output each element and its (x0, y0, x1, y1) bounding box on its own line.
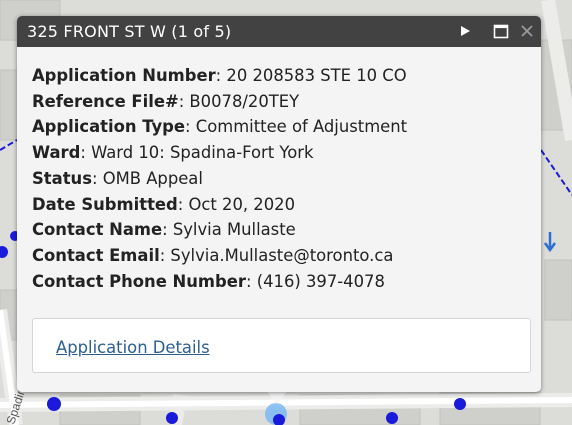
field-label: Contact Phone Number (32, 271, 246, 291)
field-label: Contact Name (32, 220, 163, 240)
map-marker[interactable] (386, 412, 398, 424)
popup-header: 325 FRONT ST W (1 of 5) (17, 16, 541, 47)
close-button[interactable] (515, 16, 539, 47)
field-contact-email: Contact Email: Sylvia.Mullaste@toronto.c… (32, 245, 394, 265)
field-label: Application Number (32, 66, 216, 85)
map-marker[interactable] (166, 412, 178, 424)
field-contact-name: Contact Name: Sylvia Mullaste (32, 220, 296, 240)
application-details-link[interactable]: Application Details (56, 338, 210, 357)
field-reference-file: Reference File#: B0078/20TEY (32, 91, 300, 111)
field-label: Contact Email (32, 245, 160, 265)
close-icon (521, 25, 533, 37)
field-application-type: Application Type: Committee of Adjustmen… (32, 117, 408, 137)
attribute-list: Application Number: 20 208583 STE 10 CO … (32, 63, 407, 294)
field-status: Status: OMB Appeal (32, 168, 203, 188)
maximize-icon (493, 24, 509, 39)
next-feature-button[interactable] (453, 16, 477, 47)
field-label: Application Type (32, 117, 186, 137)
field-value: Committee of Adjustment (195, 117, 408, 137)
popup-pointer (266, 390, 288, 404)
popup-title: 325 FRONT ST W (1 of 5) (27, 22, 232, 41)
field-contact-phone: Contact Phone Number: (416) 397-4078 (32, 271, 385, 291)
field-label: Date Submitted (32, 194, 178, 214)
field-label: Reference File# (32, 91, 179, 111)
field-value: Sylvia.Mullaste@toronto.ca (170, 245, 394, 265)
field-value: OMB Appeal (102, 168, 203, 188)
field-value: 20 208583 STE 10 CO (226, 66, 407, 85)
field-value: Oct 20, 2020 (188, 194, 296, 214)
field-ward: Ward: Ward 10: Spadina-Fort York (32, 143, 314, 163)
field-application-number: Application Number: 20 208583 STE 10 CO (32, 66, 407, 85)
field-value: (416) 397-4078 (256, 271, 385, 291)
maximize-button[interactable] (488, 16, 512, 47)
play-next-icon (461, 26, 470, 36)
field-value: Ward 10: Spadina-Fort York (91, 143, 314, 163)
map-marker[interactable] (47, 397, 61, 411)
info-popup: 325 FRONT ST W (1 of 5) Application Numb… (17, 16, 541, 392)
field-label: Ward (32, 143, 81, 163)
field-value: Sylvia Mullaste (172, 220, 296, 240)
field-value: B0078/20TEY (189, 91, 300, 111)
field-label: Status (32, 168, 92, 188)
map-marker[interactable] (454, 398, 466, 410)
popup-actions: Application Details (32, 318, 531, 373)
field-date-submitted: Date Submitted: Oct 20, 2020 (32, 194, 296, 214)
